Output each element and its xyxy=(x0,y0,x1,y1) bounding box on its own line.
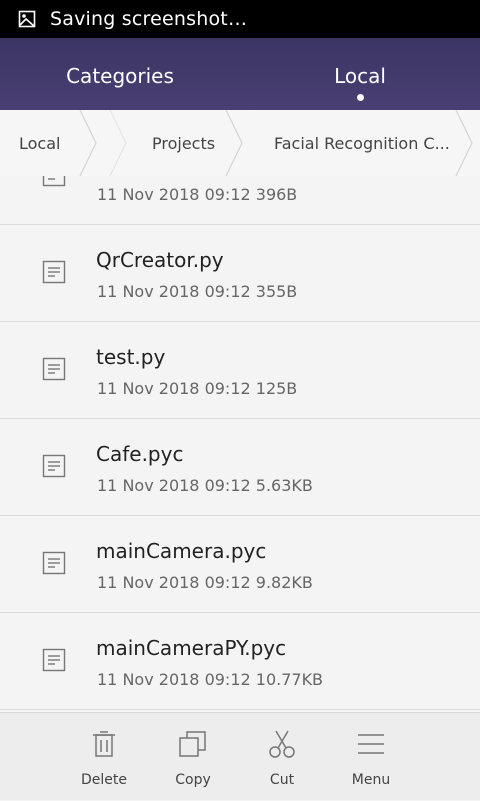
breadcrumb-label: Local xyxy=(19,133,61,153)
status-text: Saving screenshot… xyxy=(50,8,248,30)
copy-label: Copy xyxy=(175,772,211,788)
file-meta: 11 Nov 2018 09:12 10.77KB xyxy=(97,670,324,689)
status-bar: Saving screenshot… xyxy=(0,0,480,38)
file-meta: 11 Nov 2018 09:12 355B xyxy=(97,282,298,301)
document-icon xyxy=(42,454,66,478)
delete-label: Delete xyxy=(81,772,127,788)
file-name: test.py xyxy=(96,345,166,369)
tab-local-label: Local xyxy=(334,64,386,88)
document-icon xyxy=(42,648,66,672)
tab-categories[interactable]: Categories xyxy=(0,38,240,110)
image-icon xyxy=(18,10,36,28)
file-name: mainCamera.pyc xyxy=(96,539,267,563)
breadcrumb-label: Facial Recognition C... xyxy=(274,133,450,153)
tab-categories-label: Categories xyxy=(66,64,174,88)
list-item[interactable]: test.py 11 Nov 2018 09:12 125B xyxy=(0,322,480,419)
list-item[interactable]: 11 Nov 2018 09:12 396B xyxy=(0,176,480,225)
copy-button[interactable]: Copy xyxy=(148,713,238,801)
breadcrumb-item-projects[interactable]: Projects xyxy=(152,110,215,176)
file-name: mainCameraPY.pyc xyxy=(96,636,287,660)
file-list[interactable]: 11 Nov 2018 09:12 396B QrCreator.py 11 N… xyxy=(0,176,480,712)
bottom-toolbar: Delete Copy Cut Menu xyxy=(0,712,480,800)
file-name: QrCreator.py xyxy=(96,248,224,272)
breadcrumb-item-local[interactable]: Local xyxy=(19,110,60,176)
cut-label: Cut xyxy=(269,772,295,788)
chevron-right-icon xyxy=(109,110,127,176)
document-icon xyxy=(42,551,66,575)
top-tabs: Categories Local xyxy=(0,38,480,110)
breadcrumb-item-current-folder[interactable]: Facial Recognition C... xyxy=(274,110,450,176)
tab-local[interactable]: Local xyxy=(240,38,480,110)
document-icon xyxy=(42,357,66,381)
chevron-right-icon xyxy=(225,110,243,176)
breadcrumb-label: Projects xyxy=(152,133,216,153)
menu-button[interactable]: Menu xyxy=(326,713,416,801)
menu-icon xyxy=(358,734,384,754)
list-item[interactable]: mainCameraPY.pyc 11 Nov 2018 09:12 10.77… xyxy=(0,613,480,710)
file-meta: 11 Nov 2018 09:12 5.63KB xyxy=(97,476,313,495)
list-item[interactable]: mainCamera.pyc 11 Nov 2018 09:12 9.82KB xyxy=(0,516,480,613)
document-icon xyxy=(42,176,66,187)
file-meta: 11 Nov 2018 09:12 125B xyxy=(97,379,298,398)
list-item[interactable]: QrCreator.py 11 Nov 2018 09:12 355B xyxy=(0,225,480,322)
file-meta: 11 Nov 2018 09:12 9.82KB xyxy=(97,573,313,592)
menu-label: Menu xyxy=(351,772,391,788)
breadcrumb: Local Projects Facial Recognition C... xyxy=(0,110,480,177)
list-item[interactable]: Cafe.pyc 11 Nov 2018 09:12 5.63KB xyxy=(0,419,480,516)
active-tab-indicator xyxy=(356,94,364,101)
document-icon xyxy=(42,260,66,284)
chevron-right-icon xyxy=(455,110,473,176)
delete-button[interactable]: Delete xyxy=(59,713,149,801)
cut-button[interactable]: Cut xyxy=(237,713,327,801)
copy-icon xyxy=(179,731,206,757)
scissors-icon xyxy=(269,730,295,758)
file-meta: 11 Nov 2018 09:12 396B xyxy=(97,185,298,204)
file-name: Cafe.pyc xyxy=(96,442,184,466)
trash-icon xyxy=(93,731,115,757)
